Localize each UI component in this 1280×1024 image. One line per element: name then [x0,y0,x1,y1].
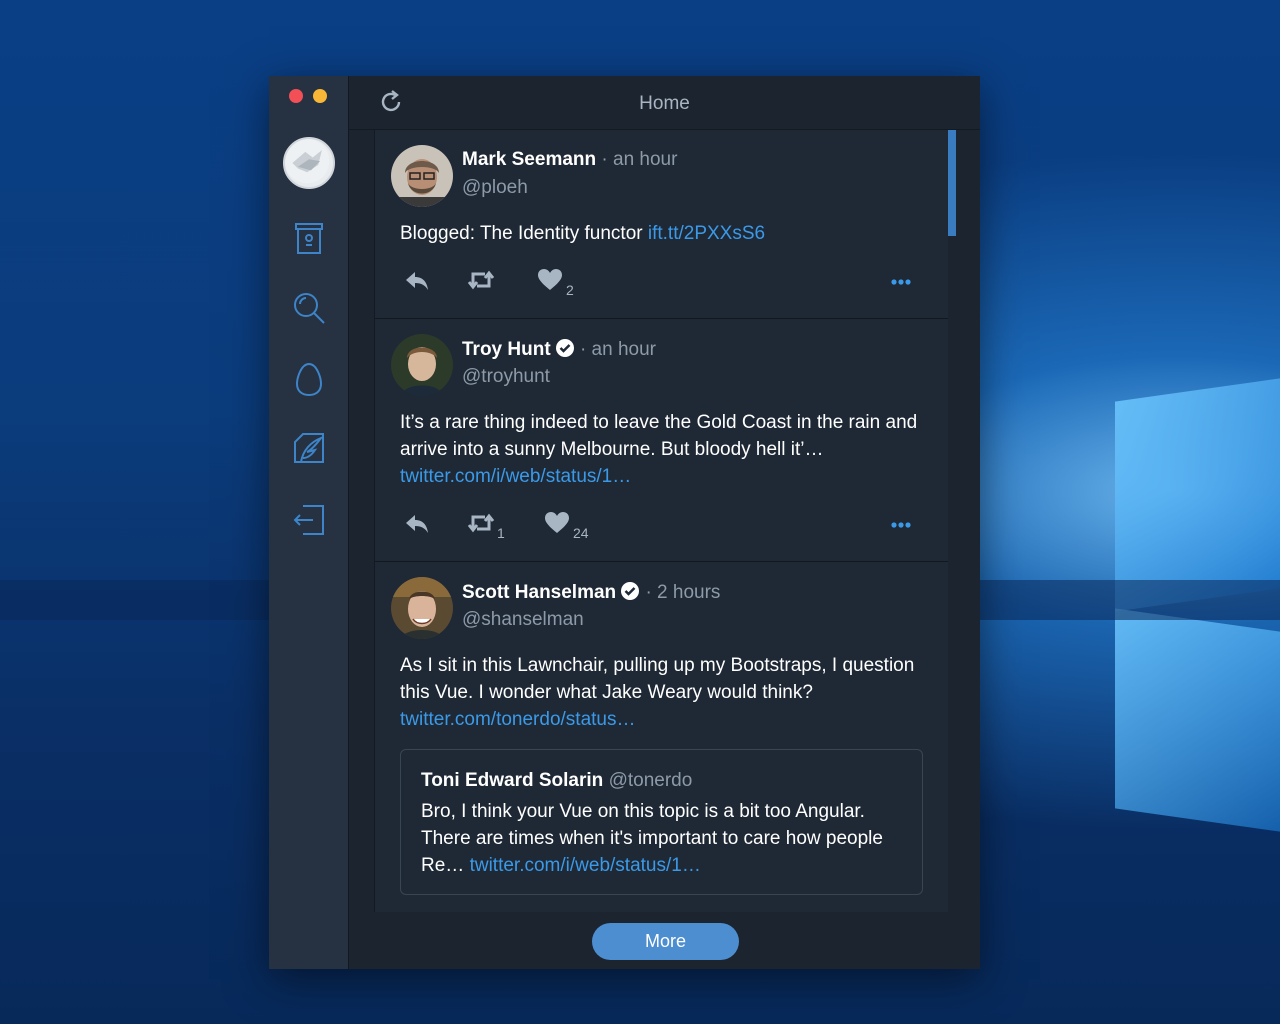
main-panel: Home Mark Seemann · an hour @ploeh Blogg… [349,76,980,969]
load-more-button[interactable]: More [592,923,739,960]
retweet-count: 1 [497,525,505,541]
sidebar [269,76,349,969]
scrollbar-thumb[interactable] [948,130,956,236]
profile-avatar[interactable] [283,137,335,189]
ellipsis-icon [891,279,911,285]
window-logo-pane [1115,378,1280,612]
heart-icon [538,269,562,290]
retweet-button[interactable]: 1 [467,505,505,541]
avatar[interactable] [391,145,453,207]
like-button[interactable]: 2 [536,262,574,298]
tweet[interactable]: Troy Hunt · an hour @troyhunt It’s a rar… [375,319,948,562]
reply-button[interactable] [403,505,431,537]
reply-icon [406,515,428,533]
more-options-button[interactable] [887,262,915,294]
tweet-text: Blogged: The Identity functor ift.tt/2PX… [400,220,945,247]
tweet-time: · an hour [579,339,656,360]
window-logo-pane [1115,608,1280,832]
author-name[interactable]: Mark Seemann · an hour [462,149,677,171]
heart-icon [545,512,569,533]
tweet-body: It’s a rare thing indeed to leave the Go… [400,412,918,460]
quoted-author[interactable]: Toni Edward Solarin @tonerdo [421,770,692,792]
window-controls [289,89,327,103]
author-name[interactable]: Scott Hanselman · 2 hours [462,581,720,604]
tweet-body: Blogged: The Identity functor [400,223,648,244]
archive-icon[interactable] [289,218,329,258]
retweet-icon [467,513,495,533]
like-count: 2 [566,282,574,298]
scrollbar[interactable] [948,130,980,912]
timeline-feed[interactable]: Mark Seemann · an hour @ploeh Blogged: T… [374,130,948,912]
tweet-text: As I sit in this Lawnchair, pulling up m… [400,652,945,733]
egg-icon[interactable] [289,358,329,398]
retweet-icon [467,270,495,290]
author-name-text[interactable]: Troy Hunt [462,339,551,360]
author-name[interactable]: Troy Hunt · an hour [462,338,656,361]
bottom-bar: More [349,912,980,969]
page-title: Home [639,93,690,114]
avatar[interactable] [391,334,453,396]
quoted-tweet[interactable]: Toni Edward Solarin @tonerdo Bro, I thin… [400,749,923,895]
tweet-link[interactable]: ift.tt/2PXXsS6 [648,223,765,244]
compose-icon[interactable] [289,428,329,468]
tweet-body: As I sit in this Lawnchair, pulling up m… [400,655,915,703]
like-count: 24 [573,525,589,541]
search-icon[interactable] [289,288,329,328]
avatar[interactable] [391,577,453,639]
reply-button[interactable] [403,262,431,294]
tweet-time: · an hour [601,149,678,170]
more-options-button[interactable] [887,505,915,537]
quoted-link[interactable]: twitter.com/i/web/status/1… [470,855,701,876]
quoted-text: Bro, I think your Vue on this topic is a… [421,798,911,879]
verified-icon [621,582,640,600]
author-handle[interactable]: @ploeh [462,177,528,199]
verified-icon [555,339,574,357]
author-name-text[interactable]: Scott Hanselman [462,582,616,603]
quoted-author-name[interactable]: Toni Edward Solarin [421,770,603,791]
ellipsis-icon [891,522,911,528]
author-handle[interactable]: @troyhunt [462,366,550,388]
tweet-link[interactable]: twitter.com/tonerdo/status… [400,709,636,730]
reply-icon [406,272,428,290]
logout-icon[interactable] [289,500,329,540]
author-name-text[interactable]: Mark Seemann [462,149,596,170]
retweet-button[interactable] [467,262,497,294]
tweet-actions: 1 24 [403,505,923,541]
close-button[interactable] [289,89,303,103]
tweet-text: It’s a rare thing indeed to leave the Go… [400,409,945,490]
tweet[interactable]: Mark Seemann · an hour @ploeh Blogged: T… [375,130,948,319]
tweet-time: · 2 hours [645,582,721,603]
quoted-author-handle[interactable]: @tonerdo [609,770,693,791]
tweet[interactable]: Scott Hanselman · 2 hours @shanselman As… [375,562,948,912]
minimize-button[interactable] [313,89,327,103]
app-window: Home Mark Seemann · an hour @ploeh Blogg… [269,76,980,969]
topbar: Home [349,76,980,130]
like-button[interactable]: 24 [543,505,589,541]
tweet-actions: 2 [403,262,923,298]
tweet-link[interactable]: twitter.com/i/web/status/1… [400,466,631,487]
author-handle[interactable]: @shanselman [462,609,584,631]
